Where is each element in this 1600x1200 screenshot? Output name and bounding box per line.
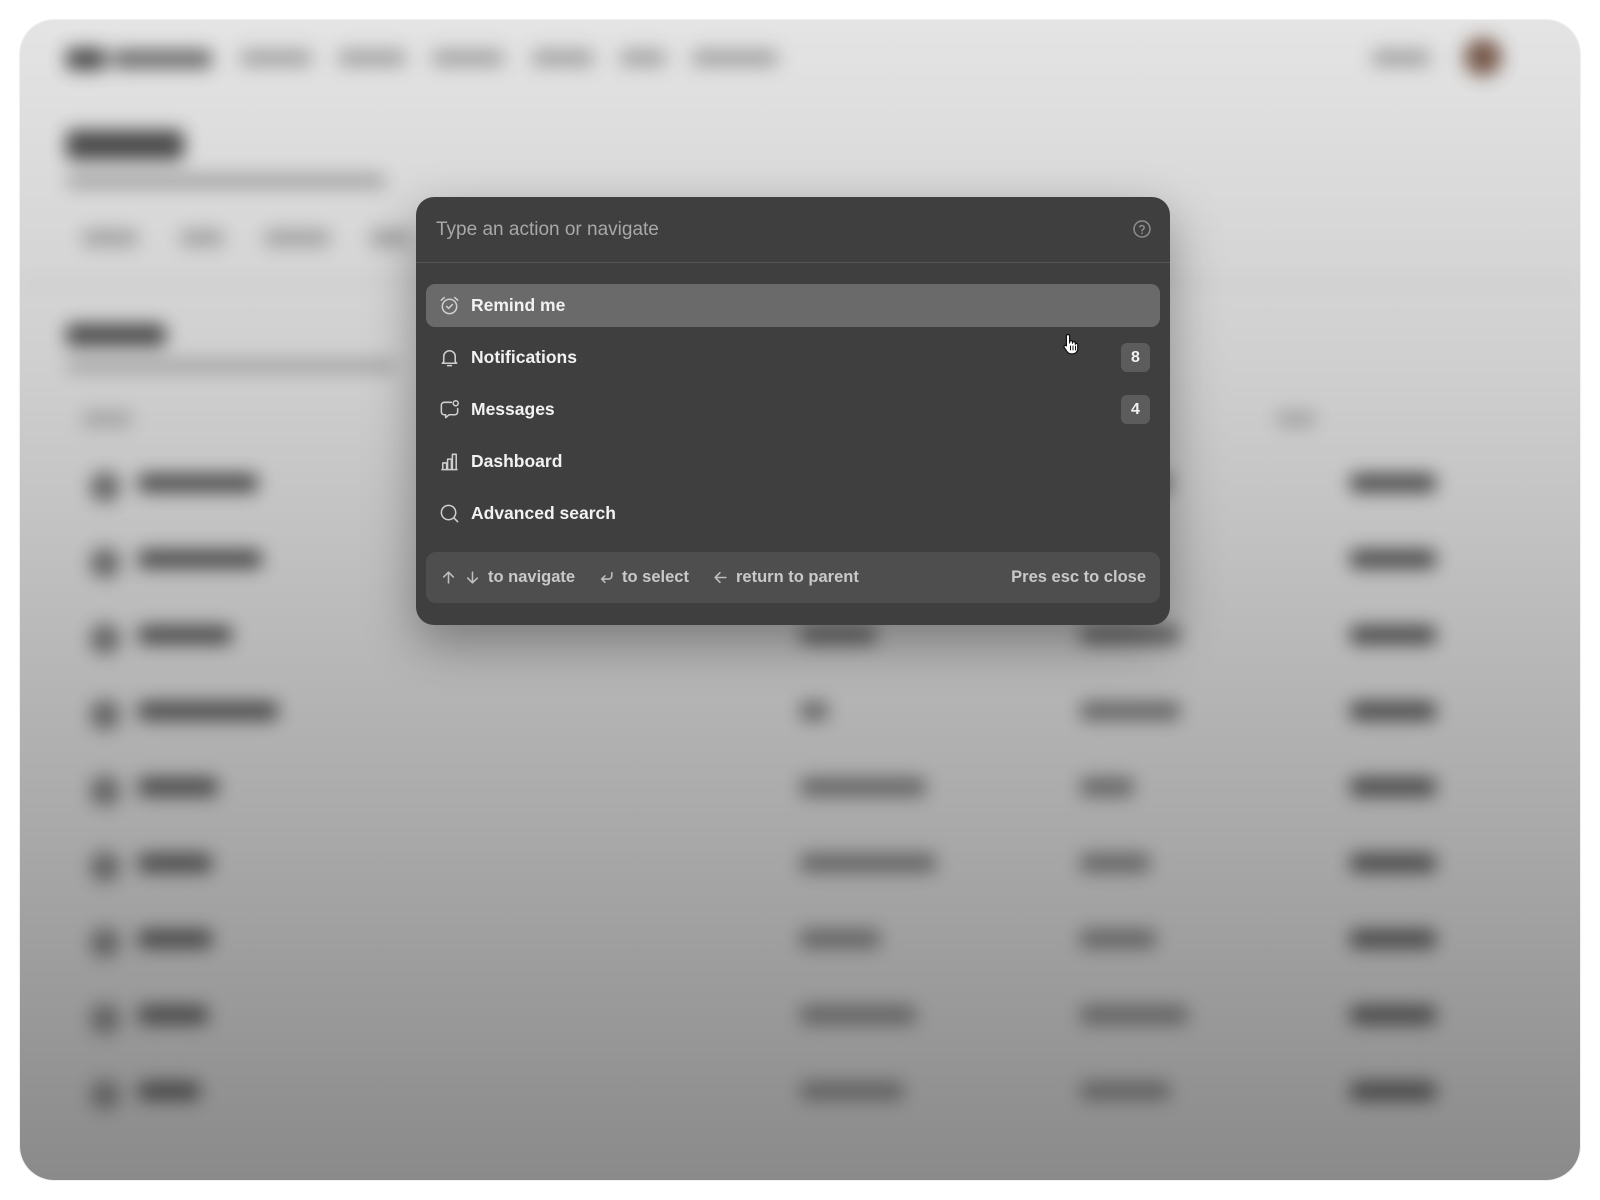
command-item-advanced-search[interactable]: Advanced search bbox=[426, 492, 1160, 535]
palette-footer: to navigate to select return to parent P… bbox=[426, 552, 1160, 603]
command-list: Remind me Notifications 8 Messages 4 Das… bbox=[426, 284, 1160, 544]
command-item-label: Dashboard bbox=[471, 451, 563, 471]
navigate-hint-text: to navigate bbox=[488, 568, 576, 586]
command-item-label: Advanced search bbox=[471, 503, 616, 523]
command-item-label: Notifications bbox=[471, 347, 577, 367]
command-item-remind-me[interactable]: Remind me bbox=[426, 284, 1160, 327]
app-window: Remind me Notifications 8 Messages 4 bbox=[20, 20, 1580, 1180]
hand-pointer-cursor-icon bbox=[1063, 333, 1079, 355]
navigate-hint: to navigate bbox=[440, 568, 575, 587]
command-item-label: Messages bbox=[471, 399, 555, 419]
command-palette: Remind me Notifications 8 Messages 4 bbox=[416, 197, 1170, 625]
arrow-left-icon bbox=[714, 571, 727, 584]
close-hint: Pres esc to close bbox=[1011, 568, 1146, 587]
search-icon bbox=[440, 504, 459, 523]
command-item-notifications[interactable]: Notifications 8 bbox=[426, 336, 1160, 379]
alarm-clock-icon bbox=[440, 296, 459, 315]
select-hint-text: to select bbox=[622, 568, 689, 586]
palette-search-row bbox=[416, 197, 1170, 263]
help-circle-icon[interactable] bbox=[1132, 219, 1152, 239]
notifications-count-badge: 8 bbox=[1121, 343, 1150, 372]
command-item-dashboard[interactable]: Dashboard bbox=[426, 440, 1160, 483]
command-search-input[interactable] bbox=[434, 215, 1098, 245]
arrow-down-icon bbox=[466, 571, 479, 584]
parent-hint: return to parent bbox=[712, 568, 859, 587]
command-item-label: Remind me bbox=[471, 295, 566, 315]
arrow-up-icon bbox=[442, 571, 455, 584]
command-item-messages[interactable]: Messages 4 bbox=[426, 388, 1160, 431]
bar-chart-icon bbox=[441, 453, 458, 471]
chat-bubble-icon bbox=[440, 400, 459, 419]
close-hint-text: Pres esc to close bbox=[1011, 568, 1146, 586]
select-hint: to select bbox=[598, 568, 689, 587]
parent-hint-text: return to parent bbox=[736, 568, 859, 586]
enter-return-icon bbox=[600, 571, 613, 584]
messages-count-badge: 4 bbox=[1121, 395, 1150, 424]
bell-icon bbox=[441, 350, 458, 367]
